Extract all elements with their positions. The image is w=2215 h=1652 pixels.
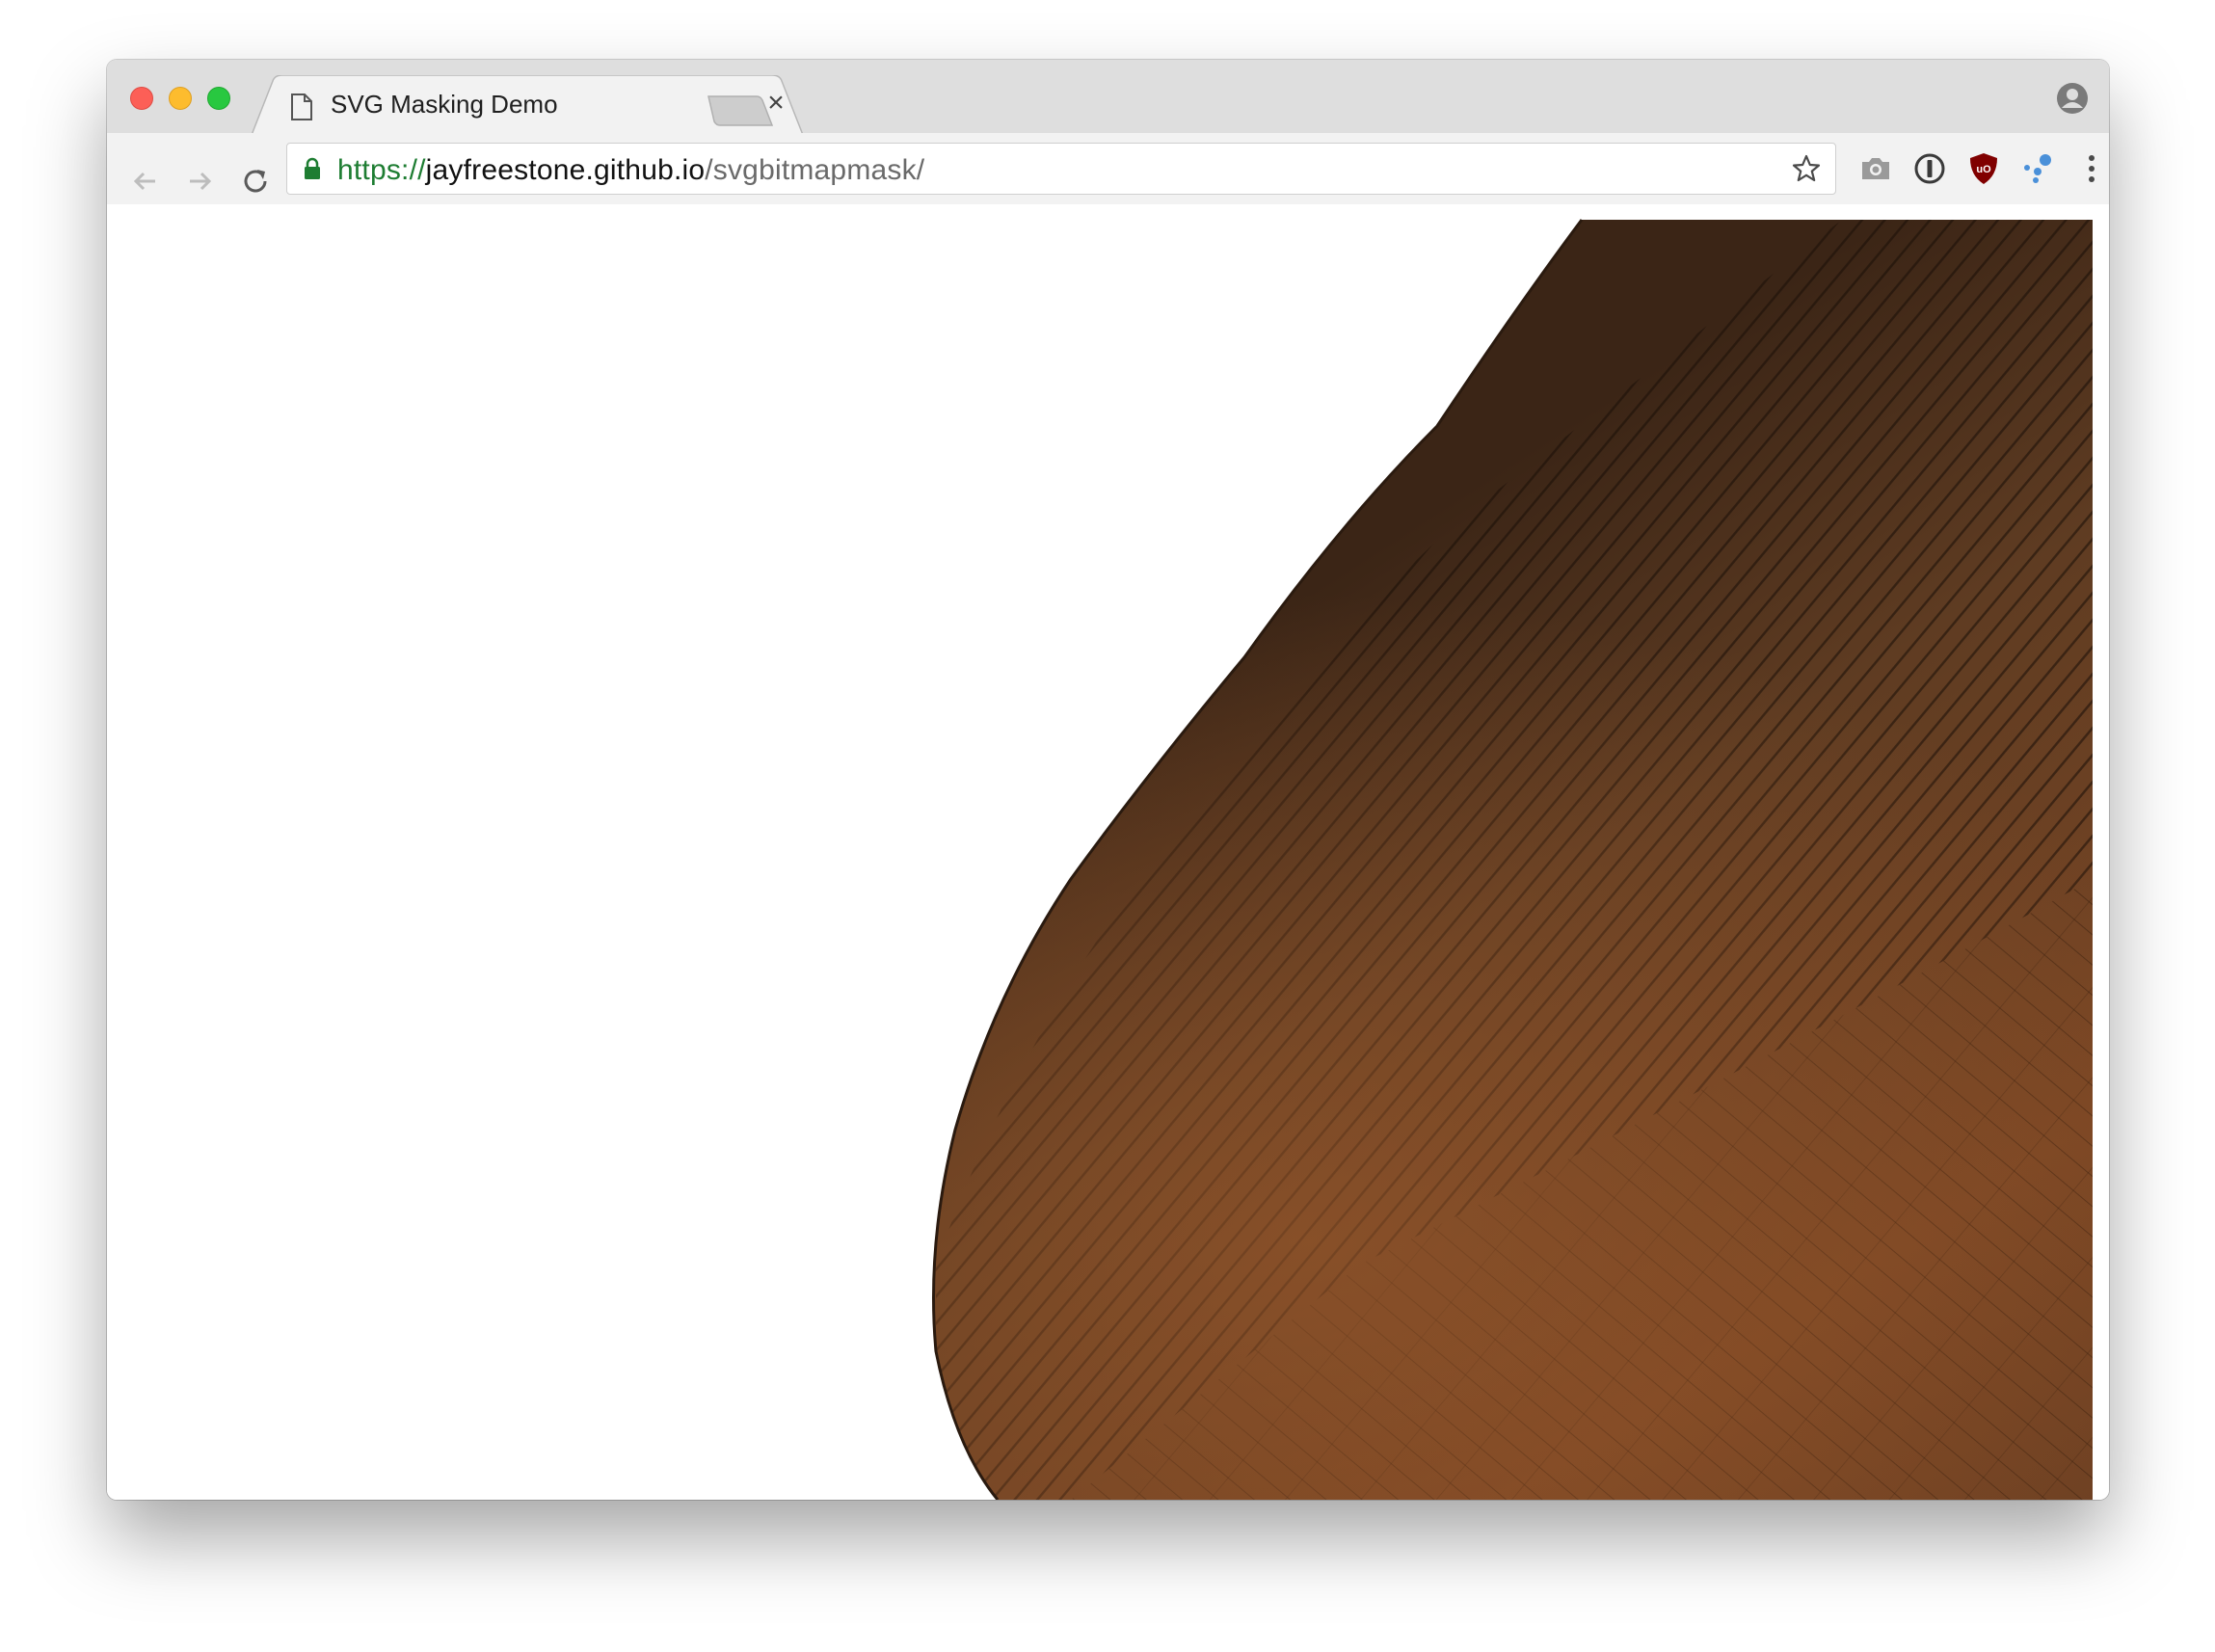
forward-arrow-icon[interactable] xyxy=(180,162,219,200)
dots-extension-icon[interactable] xyxy=(2019,150,2056,187)
svg-text:uO: uO xyxy=(1976,164,1991,175)
1password-icon[interactable] xyxy=(1911,150,1948,187)
browser-window: SVG Masking Demo × https://jayfreestone.… xyxy=(107,60,2109,1500)
new-tab-button[interactable] xyxy=(707,94,774,127)
lock-icon xyxy=(305,157,320,179)
tab-title: SVG Masking Demo xyxy=(331,90,558,119)
url-scheme: https:// xyxy=(337,154,426,186)
window-maximize-button[interactable] xyxy=(207,87,230,110)
window-close-button[interactable] xyxy=(130,87,153,110)
title-bar: SVG Masking Demo × xyxy=(107,60,2109,135)
address-bar[interactable]: https://jayfreestone.github.io/svgbitmap… xyxy=(286,143,1836,195)
page-content xyxy=(107,204,2109,1500)
url-host: jayfreestone.github.io xyxy=(425,154,706,186)
ublock-origin-icon[interactable]: uO xyxy=(1965,150,2002,187)
url-path: /svgbitmapmask/ xyxy=(705,154,925,186)
kebab-menu-icon[interactable] xyxy=(2073,150,2109,187)
url-text[interactable]: https://jayfreestone.github.io/svgbitmap… xyxy=(337,154,924,187)
page-icon xyxy=(291,93,312,120)
masked-velodrome-image xyxy=(932,219,2093,1500)
profile-icon[interactable] xyxy=(2055,81,2090,116)
reload-icon[interactable] xyxy=(236,162,275,200)
camera-icon[interactable] xyxy=(1857,150,1894,187)
star-icon[interactable] xyxy=(1791,153,1822,184)
window-minimize-button[interactable] xyxy=(169,87,192,110)
back-arrow-icon[interactable] xyxy=(126,162,165,200)
